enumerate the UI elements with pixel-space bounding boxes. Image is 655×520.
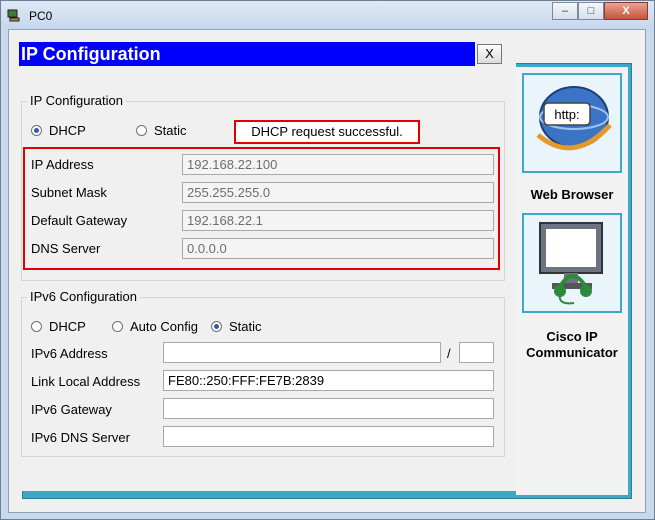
desktop-app-panel: http: Web Browser Cisco IP Communicator [516, 67, 628, 495]
ipv6-auto-config-label: Auto Config [130, 319, 198, 334]
ipv6-gateway-label: IPv6 Gateway [31, 402, 112, 417]
ipv6-address-field[interactable] [163, 342, 441, 363]
subnet-mask-field[interactable]: 255.255.255.0 [182, 182, 494, 203]
web-browser-tile[interactable]: http: [522, 73, 622, 173]
pc-app-icon [7, 9, 20, 22]
app-window: PC0 – □ X http: Web Browser Cisco IP Com… [0, 0, 655, 520]
ipv6-auto-config-radio[interactable]: Auto Config [112, 319, 198, 334]
ipv6-address-label: IPv6 Address [31, 346, 108, 361]
ipv4-static-label: Static [154, 123, 187, 138]
subnet-mask-label: Subnet Mask [31, 185, 107, 200]
close-icon: X [622, 5, 630, 17]
minimize-button[interactable]: – [552, 2, 578, 20]
window-titlebar[interactable]: PC0 – □ X [1, 1, 654, 29]
radio-unselected-icon [31, 321, 42, 332]
ip-configuration-dialog: IP Configuration X IP Configuration DHCP… [16, 36, 516, 491]
dns-server-field[interactable]: 0.0.0.0 [182, 238, 494, 259]
radio-selected-icon [211, 321, 222, 332]
ipv4-dhcp-radio[interactable]: DHCP [31, 123, 86, 138]
default-gateway-label: Default Gateway [31, 213, 128, 228]
ipv6-dhcp-label: DHCP [49, 319, 86, 334]
maximize-icon: □ [587, 5, 595, 17]
ip-communicator-label[interactable]: Cisco IP Communicator [516, 329, 628, 361]
web-browser-label[interactable]: Web Browser [516, 187, 628, 203]
ipv6-static-radio[interactable]: Static [211, 319, 262, 334]
http-label: http: [554, 107, 579, 122]
ipv6-prefix-length-field[interactable] [459, 342, 494, 363]
maximize-button[interactable]: □ [578, 2, 604, 20]
radio-unselected-icon [136, 125, 147, 136]
ipv6-dns-server-label: IPv6 DNS Server [31, 430, 130, 445]
dns-server-label: DNS Server [31, 241, 101, 256]
window-close-button[interactable]: X [604, 2, 648, 20]
minimize-icon: – [561, 5, 569, 17]
dialog-title: IP Configuration [19, 42, 475, 66]
ipv6-dhcp-radio[interactable]: DHCP [31, 319, 86, 334]
dhcp-status-message: DHCP request successful. [234, 120, 420, 144]
ipv6-dns-server-field[interactable] [163, 426, 494, 447]
ip-address-label: IP Address [31, 157, 94, 172]
prefix-slash: / [447, 346, 451, 361]
ip-address-field[interactable]: 192.168.22.100 [182, 154, 494, 175]
dialog-close-button[interactable]: X [477, 44, 502, 64]
ipv6-static-label: Static [229, 319, 262, 334]
default-gateway-field[interactable]: 192.168.22.1 [182, 210, 494, 231]
ip-communicator-icon [539, 222, 603, 305]
web-browser-icon: http: [536, 86, 612, 151]
ipv4-dhcp-label: DHCP [49, 123, 86, 138]
ipv6-gateway-field[interactable] [163, 398, 494, 419]
link-local-address-field[interactable]: FE80::250:FFF:FE7B:2839 [163, 370, 494, 391]
window-title: PC0 [29, 9, 53, 23]
ip-communicator-tile[interactable] [522, 213, 622, 313]
radio-unselected-icon [112, 321, 123, 332]
ipv4-group-legend: IP Configuration [27, 93, 126, 108]
ipv6-group-legend: IPv6 Configuration [27, 289, 140, 304]
radio-selected-icon [31, 125, 42, 136]
link-local-address-label: Link Local Address [31, 374, 141, 389]
ipv4-static-radio[interactable]: Static [136, 123, 187, 138]
